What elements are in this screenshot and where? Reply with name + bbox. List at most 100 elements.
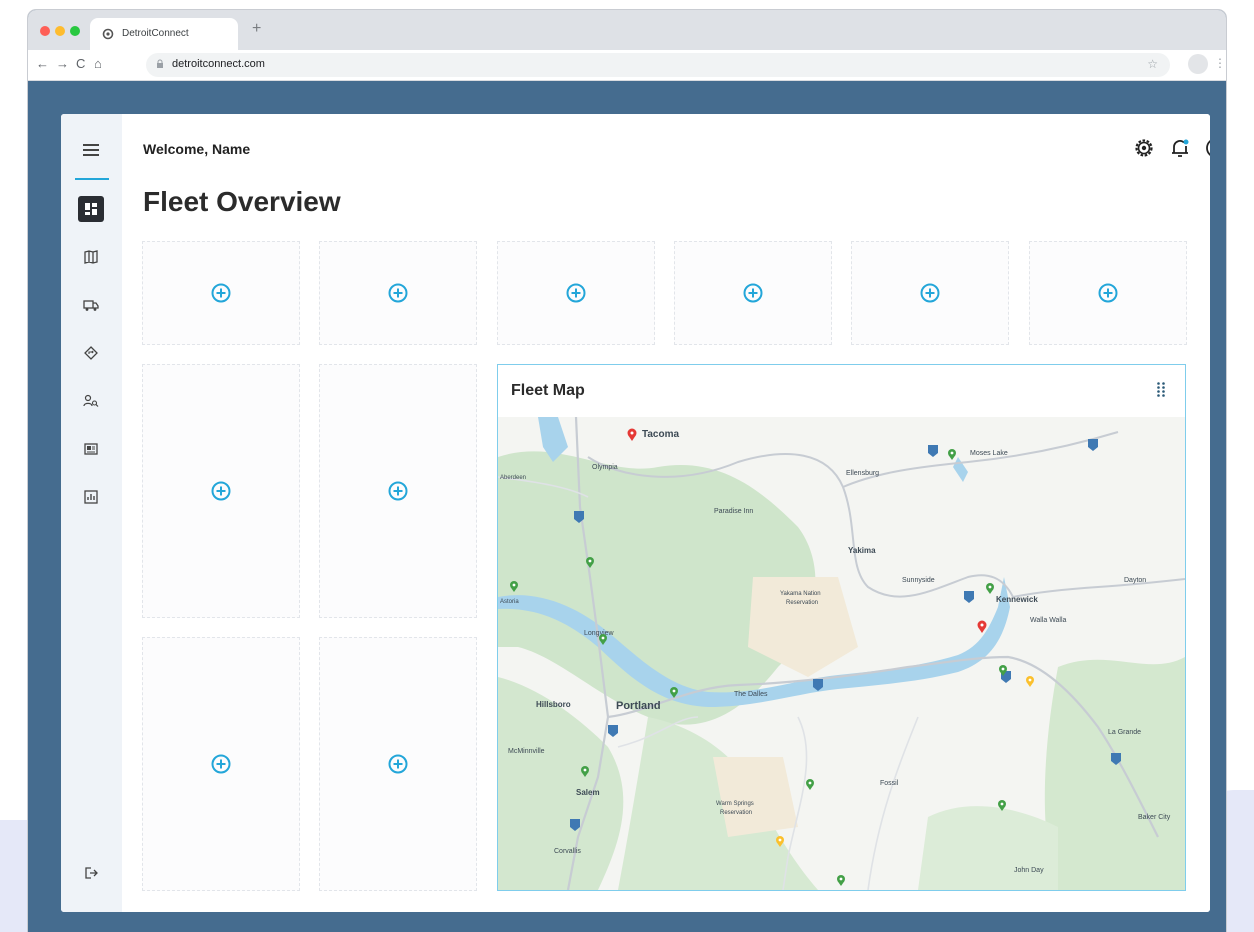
add-circle-icon[interactable] [1097,282,1119,304]
map-label-hillsboro: Hillsboro [536,700,571,709]
tab-title: DetroitConnect [122,28,189,39]
widget-slot-9[interactable] [142,637,300,891]
site-favicon-icon [102,28,114,40]
app-container: Welcome, Name Fleet Overview Fleet Map T… [61,114,1210,912]
maximize-window-dot[interactable] [70,26,80,36]
new-tab-button[interactable]: + [252,20,261,38]
profile-avatar[interactable] [1188,54,1208,74]
widget-slot-1[interactable] [142,241,300,345]
map-label-sunnyside: Sunnyside [902,577,935,584]
map-label-astoria: Astoria [500,599,519,605]
map-label-fossil: Fossil [880,780,899,787]
bookmark-star-icon[interactable]: ☆ [1147,57,1158,71]
sidebar-item-map[interactable] [78,244,104,270]
report-icon [84,490,98,504]
map-label-salem: Salem [576,788,600,797]
route-icon [84,346,98,360]
widget-slot-6[interactable] [1029,241,1187,345]
reload-button[interactable]: C [76,56,85,71]
sidebar-item-dashboard[interactable] [78,196,104,222]
map-label-john-day: John Day [1014,867,1044,874]
close-window-dot[interactable] [40,26,50,36]
map-label-longview: Longview [584,630,615,637]
map-label-la-grande: La Grande [1108,729,1141,736]
truck-icon [83,300,99,311]
map-label-walla-walla: Walla Walla [1030,617,1067,624]
url-text: detroitconnect.com [172,58,265,70]
settings-icon[interactable] [1132,136,1156,160]
map-label-warm-springs-reservation: Reservation [720,810,752,816]
main-content: Welcome, Name Fleet Overview Fleet Map T… [122,114,1210,912]
map-icon [84,250,98,264]
sidebar [61,114,122,912]
add-circle-icon[interactable] [210,480,232,502]
add-circle-icon[interactable] [742,282,764,304]
widget-slot-8[interactable] [319,364,477,618]
map-label-yakama: Yakama Nation [780,591,821,597]
account-icon[interactable] [1204,136,1210,160]
add-circle-icon[interactable] [919,282,941,304]
warm-springs-reservation-area [713,757,798,837]
widget-slot-5[interactable] [851,241,1009,345]
sidebar-item-routes[interactable] [78,340,104,366]
id-card-icon [84,443,98,455]
sidebar-item-logout[interactable] [78,860,104,886]
browser-window: DetroitConnect + ← → C ⌂ detroitconnect.… [28,10,1226,932]
browser-tab-bar: DetroitConnect + [28,10,1226,50]
map-label-warm-springs: Warm Springs [716,801,754,807]
home-button[interactable]: ⌂ [94,56,102,71]
sidebar-item-cards[interactable] [78,436,104,462]
dashboard-icon [85,203,97,215]
fleet-map-widget: Fleet Map Tacoma Olympia Moses Lake Elle… [497,364,1186,891]
fleet-map[interactable]: Tacoma Olympia Moses Lake Ellensburg Par… [498,417,1185,890]
fleet-map-title: Fleet Map [511,382,585,399]
add-circle-icon[interactable] [387,282,409,304]
welcome-text: Welcome, Name [143,141,251,157]
add-circle-icon[interactable] [387,753,409,775]
forest-area-john-day [918,806,1058,890]
map-label-dayton: Dayton [1124,577,1146,584]
drag-handle-icon[interactable] [1156,381,1166,397]
add-circle-icon[interactable] [210,282,232,304]
fleet-map-header: Fleet Map [498,365,1185,418]
minimize-window-dot[interactable] [55,26,65,36]
widget-slot-4[interactable] [674,241,832,345]
sidebar-item-reports[interactable] [78,484,104,510]
sidebar-item-vehicles[interactable] [78,292,104,318]
widget-slot-2[interactable] [319,241,477,345]
notification-bell-icon[interactable] [1168,136,1192,160]
map-label-the-dalles: The Dalles [734,691,768,698]
map-label-portland: Portland [616,700,661,712]
browser-tab[interactable]: DetroitConnect [90,18,238,50]
add-circle-icon[interactable] [387,480,409,502]
forward-button[interactable]: → [56,56,69,71]
map-label-tacoma: Tacoma [642,429,679,440]
logout-icon [85,867,98,879]
widget-slot-3[interactable] [497,241,655,345]
driver-search-icon [83,394,99,407]
map-label-mcminnville: McMinnville [508,748,545,755]
browser-menu-icon[interactable]: ⋮ [1214,56,1226,70]
sidebar-divider [75,178,109,180]
hamburger-menu-icon[interactable] [83,144,99,156]
forest-area-blue-mountains [1044,657,1185,890]
map-label-baker-city: Baker City [1138,814,1171,821]
add-circle-icon[interactable] [210,753,232,775]
add-circle-icon[interactable] [565,282,587,304]
map-label-corvallis: Corvallis [554,848,581,855]
back-button[interactable]: ← [36,56,49,71]
map-label-aberdeen: Aberdeen [500,475,526,481]
map-label-ellensburg: Ellensburg [846,470,879,477]
map-label-kennewick: Kennewick [996,595,1038,604]
address-bar[interactable]: detroitconnect.com ☆ [146,53,1170,77]
lock-icon [157,59,163,68]
map-label-paradise-inn: Paradise Inn [714,508,753,515]
map-label-olympia: Olympia [592,464,618,471]
widget-slot-7[interactable] [142,364,300,618]
browser-toolbar: ← → C ⌂ detroitconnect.com ☆ ⋮ [28,50,1226,81]
widget-slot-10[interactable] [319,637,477,891]
map-label-yakama-reservation: Reservation [786,600,818,606]
page-title: Fleet Overview [143,186,341,217]
map-label-yakima: Yakima [848,546,876,555]
sidebar-item-drivers[interactable] [78,388,104,414]
